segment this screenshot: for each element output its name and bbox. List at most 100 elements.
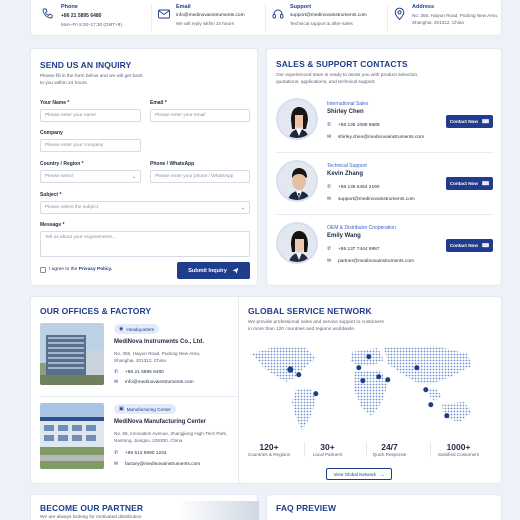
topbar-address-line1: No. 355, Haiyun Road, Pudong New Area, bbox=[412, 13, 499, 18]
contact-now-button[interactable]: Contact Now ⌨ bbox=[446, 177, 493, 190]
country-label: Country / Region * bbox=[40, 161, 84, 167]
contact-role: International Sales bbox=[327, 101, 369, 107]
office-building-photo bbox=[40, 323, 104, 385]
send-icon bbox=[232, 267, 239, 274]
topbar-address-title: Address bbox=[412, 4, 435, 10]
contact-phone[interactable]: +86 137 7444 9987 bbox=[338, 247, 379, 252]
contact-email[interactable]: shirley.chen@medinovainstruments.com bbox=[338, 135, 424, 140]
contact-person-row: OEM & Distributor Cooperation Emily Wang… bbox=[276, 222, 500, 282]
name-input[interactable]: Please enter your name bbox=[40, 109, 141, 122]
mail-icon: ✉ bbox=[114, 379, 119, 385]
chat-icon: ⌨ bbox=[481, 180, 490, 187]
contact-now-button[interactable]: Contact Now ⌨ bbox=[446, 115, 493, 128]
location-pin-icon bbox=[394, 7, 405, 20]
view-global-network-label: View Global Network bbox=[333, 471, 376, 477]
phone-icon: ✆ bbox=[327, 246, 332, 252]
office-address-1: No. 88, Innovation Avenue, Zhangjiang Hi… bbox=[114, 431, 228, 436]
inquiry-title: SEND US AN INQUIRY bbox=[40, 60, 132, 70]
country-select-value: Please select bbox=[45, 174, 74, 179]
email-label: Email * bbox=[150, 100, 167, 106]
stat-item: 120+ Countries & Regions bbox=[246, 442, 292, 457]
phone-icon: ✆ bbox=[114, 450, 119, 456]
chevron-down-icon: ⌄ bbox=[131, 173, 136, 180]
stat-value: 24/7 bbox=[381, 442, 398, 452]
contact-phone[interactable]: +86 135 6454 2190 bbox=[338, 185, 379, 190]
topbar-support-line1[interactable]: support@medinovainstruments.com bbox=[290, 13, 367, 18]
message-textarea-placeholder: Tell us about your requirements... bbox=[45, 235, 116, 240]
arrow-right-icon: → bbox=[379, 471, 385, 477]
contact-info-bar: Phone +86 21 5895 6480 Mon–Fri 8:30–17:3… bbox=[30, 0, 502, 36]
mail-icon: ✉ bbox=[327, 196, 332, 202]
avatar bbox=[276, 222, 318, 264]
office-email[interactable]: info@medinovainstruments.com bbox=[125, 380, 194, 385]
office-email[interactable]: factory@medinovainstruments.com bbox=[125, 462, 200, 467]
contact-now-button[interactable]: Contact Now ⌨ bbox=[446, 239, 493, 252]
location-pin-icon: ⬤ bbox=[385, 377, 391, 383]
topbar-email-line2: We will reply within 24 hours bbox=[176, 21, 234, 26]
topbar-phone-title: Phone bbox=[61, 4, 78, 10]
subject-select-value: Please select the subject bbox=[45, 205, 99, 210]
name-label: Your Name * bbox=[40, 100, 70, 106]
office-phone[interactable]: +86 513 8690 1234 bbox=[125, 451, 166, 456]
mail-icon bbox=[158, 9, 170, 19]
topbar-phone: Phone +86 21 5895 6480 Mon–Fri 8:30–17:3… bbox=[39, 4, 149, 32]
location-pin-icon: ⬤ bbox=[287, 367, 294, 373]
stat-label: Countries & Regions bbox=[247, 452, 291, 457]
location-pin-icon: ⬤ bbox=[356, 365, 362, 371]
topbar-email: Email info@medinovainstruments.com We wi… bbox=[151, 4, 263, 32]
avatar bbox=[276, 160, 318, 202]
company-label: Company bbox=[40, 130, 63, 136]
office-address-1: No. 355, Haiyun Road, Pudong New Area, bbox=[114, 351, 201, 356]
location-pin-icon: ◉ bbox=[119, 326, 124, 332]
topbar-address: Address No. 355, Haiyun Road, Pudong New… bbox=[387, 4, 499, 32]
contacts-title: SALES & SUPPORT CONTACTS bbox=[276, 59, 408, 69]
stat-value: 30+ bbox=[320, 442, 335, 452]
office-address-2: Nantong, Jiangsu, 226300, China bbox=[114, 438, 183, 443]
country-select[interactable]: Please select ⌄ bbox=[40, 170, 141, 183]
phone-input[interactable]: Please enter your phone / WhatsApp bbox=[150, 170, 250, 183]
chat-icon: ⌨ bbox=[481, 118, 490, 125]
divider bbox=[276, 214, 494, 215]
location-pin-icon: ⬤ bbox=[423, 387, 429, 393]
view-global-network-button[interactable]: View Global Network → bbox=[326, 468, 392, 480]
phone-label: Phone / WhatsApp bbox=[150, 161, 195, 167]
privacy-policy-link[interactable]: Privacy Policy. bbox=[79, 267, 113, 272]
privacy-checkbox[interactable] bbox=[40, 267, 46, 273]
contact-email[interactable]: support@medinovainstruments.com bbox=[338, 197, 415, 202]
location-pin-icon: ⬤ bbox=[414, 365, 420, 371]
submit-inquiry-label: Submit Inquiry bbox=[188, 267, 227, 274]
contact-person-row: International Sales Shirley Chen ✆ +86 1… bbox=[276, 98, 500, 158]
divider bbox=[40, 396, 248, 397]
office-phone[interactable]: +86 21 5895 6480 bbox=[125, 370, 164, 375]
office-name: MediNova Instruments Co., Ltd. bbox=[114, 339, 205, 345]
contact-name: Emily Wang bbox=[327, 233, 361, 239]
office-badge-label: Headquarters bbox=[126, 326, 155, 332]
submit-inquiry-button[interactable]: Submit Inquiry bbox=[177, 262, 250, 279]
divider bbox=[276, 152, 494, 153]
phone-input-placeholder: Please enter your phone / WhatsApp bbox=[155, 174, 234, 179]
name-input-placeholder: Please enter your name bbox=[45, 113, 96, 118]
inquiry-form-card: SEND US AN INQUIRY Please fill in the fo… bbox=[30, 48, 258, 286]
topbar-email-title: Email bbox=[176, 4, 191, 10]
topbar-email-line1[interactable]: info@medinovainstruments.com bbox=[176, 13, 245, 18]
contacts-intro-2: quotations, applications, and technical … bbox=[276, 80, 376, 85]
company-input[interactable]: Please enter your company bbox=[40, 139, 141, 152]
avatar bbox=[276, 98, 318, 140]
privacy-agreement: I agree to the Privacy Policy. bbox=[49, 267, 112, 272]
stat-value: 1000+ bbox=[446, 442, 471, 452]
faq-title: FAQ PREVIEW bbox=[276, 503, 337, 513]
subject-select[interactable]: Please select the subject ⌄ bbox=[40, 201, 250, 214]
factory-building-photo bbox=[40, 403, 104, 469]
message-textarea[interactable]: Tell us about your requirements... bbox=[40, 231, 250, 257]
topbar-phone-line1[interactable]: +86 21 5895 6480 bbox=[61, 13, 101, 19]
location-pin-icon: ⬤ bbox=[296, 372, 302, 378]
phone-icon: ✆ bbox=[327, 122, 332, 128]
offices-title: OUR OFFICES & FACTORY bbox=[40, 306, 152, 316]
contact-phone[interactable]: +86 138 1088 6688 bbox=[338, 123, 379, 128]
email-input[interactable]: Please enter your email bbox=[150, 109, 250, 122]
company-input-placeholder: Please enter your company bbox=[45, 143, 104, 148]
topbar-phone-line2: Mon–Fri 8:30–17:30 (GMT+8) bbox=[61, 22, 122, 27]
topbar-support-line2: Technical support & after-sales bbox=[290, 21, 353, 26]
stat-item: 1000+ Satisfied Customers bbox=[430, 442, 486, 457]
contact-email[interactable]: partner@medinovainstruments.com bbox=[338, 259, 414, 264]
